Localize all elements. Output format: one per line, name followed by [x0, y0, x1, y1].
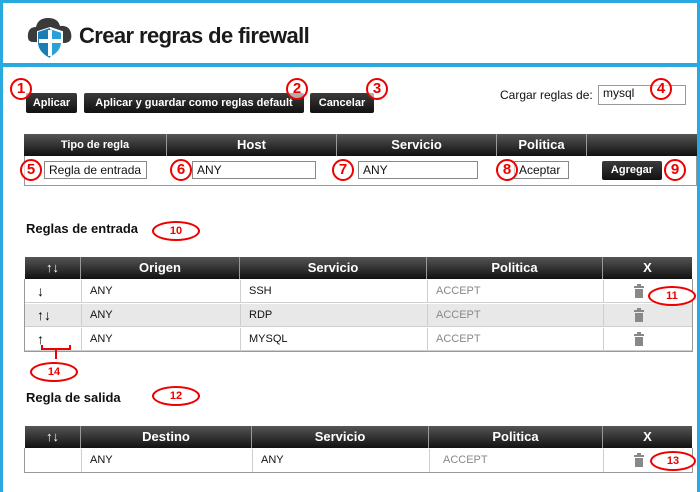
apply-save-default-button[interactable]: Aplicar y guardar como reglas default — [84, 93, 304, 113]
inbound-header-policy: Politica — [427, 257, 603, 279]
policy-cell: ACCEPT — [436, 285, 481, 297]
origin-cell: ANY — [90, 333, 113, 345]
policy-cell: ACCEPT — [436, 333, 481, 345]
cloud-shield-icon — [27, 18, 72, 60]
service-cell: SSH — [249, 285, 272, 297]
outbound-header-policy: Politica — [429, 426, 603, 448]
inbound-title: Reglas de entrada — [26, 221, 138, 236]
annotation-1: 1 — [10, 78, 32, 100]
outbound-sort-header: ↑↓ — [25, 426, 81, 448]
rule-type-select[interactable]: Regla de entrada — [44, 161, 147, 179]
inbound-header-delete: X — [603, 257, 692, 279]
outbound-header-delete: X — [603, 426, 692, 448]
annotation-7: 7 — [332, 159, 354, 181]
inbound-header-service: Servicio — [240, 257, 427, 279]
trash-icon[interactable] — [633, 332, 645, 346]
annotation-4: 4 — [650, 78, 672, 100]
annotation-10: 10 — [152, 221, 200, 241]
header-service: Servicio — [337, 134, 497, 156]
window-frame — [0, 0, 700, 492]
table-row: ↑ ANY MYSQL ACCEPT — [25, 328, 692, 351]
cancel-button[interactable]: Cancelar — [310, 93, 374, 113]
page-title: Crear regras de firewall — [79, 23, 310, 48]
bracket-annotation — [41, 345, 71, 359]
header-policy: Politica — [497, 134, 587, 156]
host-input[interactable]: ANY — [192, 161, 316, 179]
annotation-11: 11 — [648, 286, 696, 306]
header-host: Host — [167, 134, 337, 156]
annotation-9: 9 — [664, 159, 686, 181]
outbound-header-service: Servicio — [252, 426, 429, 448]
service-cell: ANY — [261, 454, 284, 466]
outbound-title: Regla de salida — [26, 390, 121, 405]
trash-icon[interactable] — [633, 284, 645, 298]
inbound-header-origin: Origen — [81, 257, 240, 279]
move-arrows[interactable]: ↓ — [37, 283, 44, 299]
inbound-sort-header: ↑↓ — [25, 257, 81, 279]
outbound-header-destination: Destino — [81, 426, 252, 448]
destination-cell: ANY — [90, 454, 113, 466]
annotation-12: 12 — [152, 386, 200, 406]
table-row: ANY ANY ACCEPT — [25, 449, 692, 472]
service-cell: MYSQL — [249, 333, 288, 345]
load-rules-label: Cargar reglas de: — [500, 88, 593, 102]
origin-cell: ANY — [90, 309, 113, 321]
header-rule-type: Tipo de regla — [24, 134, 167, 156]
policy-cell: ACCEPT — [436, 309, 481, 321]
trash-icon[interactable] — [633, 453, 645, 467]
table-row: ↑↓ ANY RDP ACCEPT — [25, 304, 692, 327]
table-row: ↓ ANY SSH ACCEPT — [25, 280, 692, 303]
annotation-13: 13 — [650, 451, 696, 471]
annotation-3: 3 — [366, 78, 388, 100]
add-button[interactable]: Agregar — [602, 161, 662, 180]
annotation-2: 2 — [286, 78, 308, 100]
header-blank — [587, 134, 697, 156]
annotation-14: 14 — [30, 362, 78, 382]
service-cell: RDP — [249, 309, 273, 321]
service-input[interactable]: ANY — [358, 161, 478, 179]
annotation-5: 5 — [20, 159, 42, 181]
page-header: Crear regras de firewall — [3, 3, 697, 67]
annotation-6: 6 — [170, 159, 192, 181]
load-rules-input[interactable]: mysql — [598, 85, 686, 105]
policy-select[interactable]: Aceptar — [514, 161, 569, 179]
apply-button[interactable]: Aplicar — [26, 93, 77, 113]
annotation-8: 8 — [496, 159, 518, 181]
policy-cell: ACCEPT — [443, 454, 488, 466]
trash-icon[interactable] — [633, 308, 645, 322]
move-arrows[interactable]: ↑↓ — [37, 307, 51, 323]
origin-cell: ANY — [90, 285, 113, 297]
